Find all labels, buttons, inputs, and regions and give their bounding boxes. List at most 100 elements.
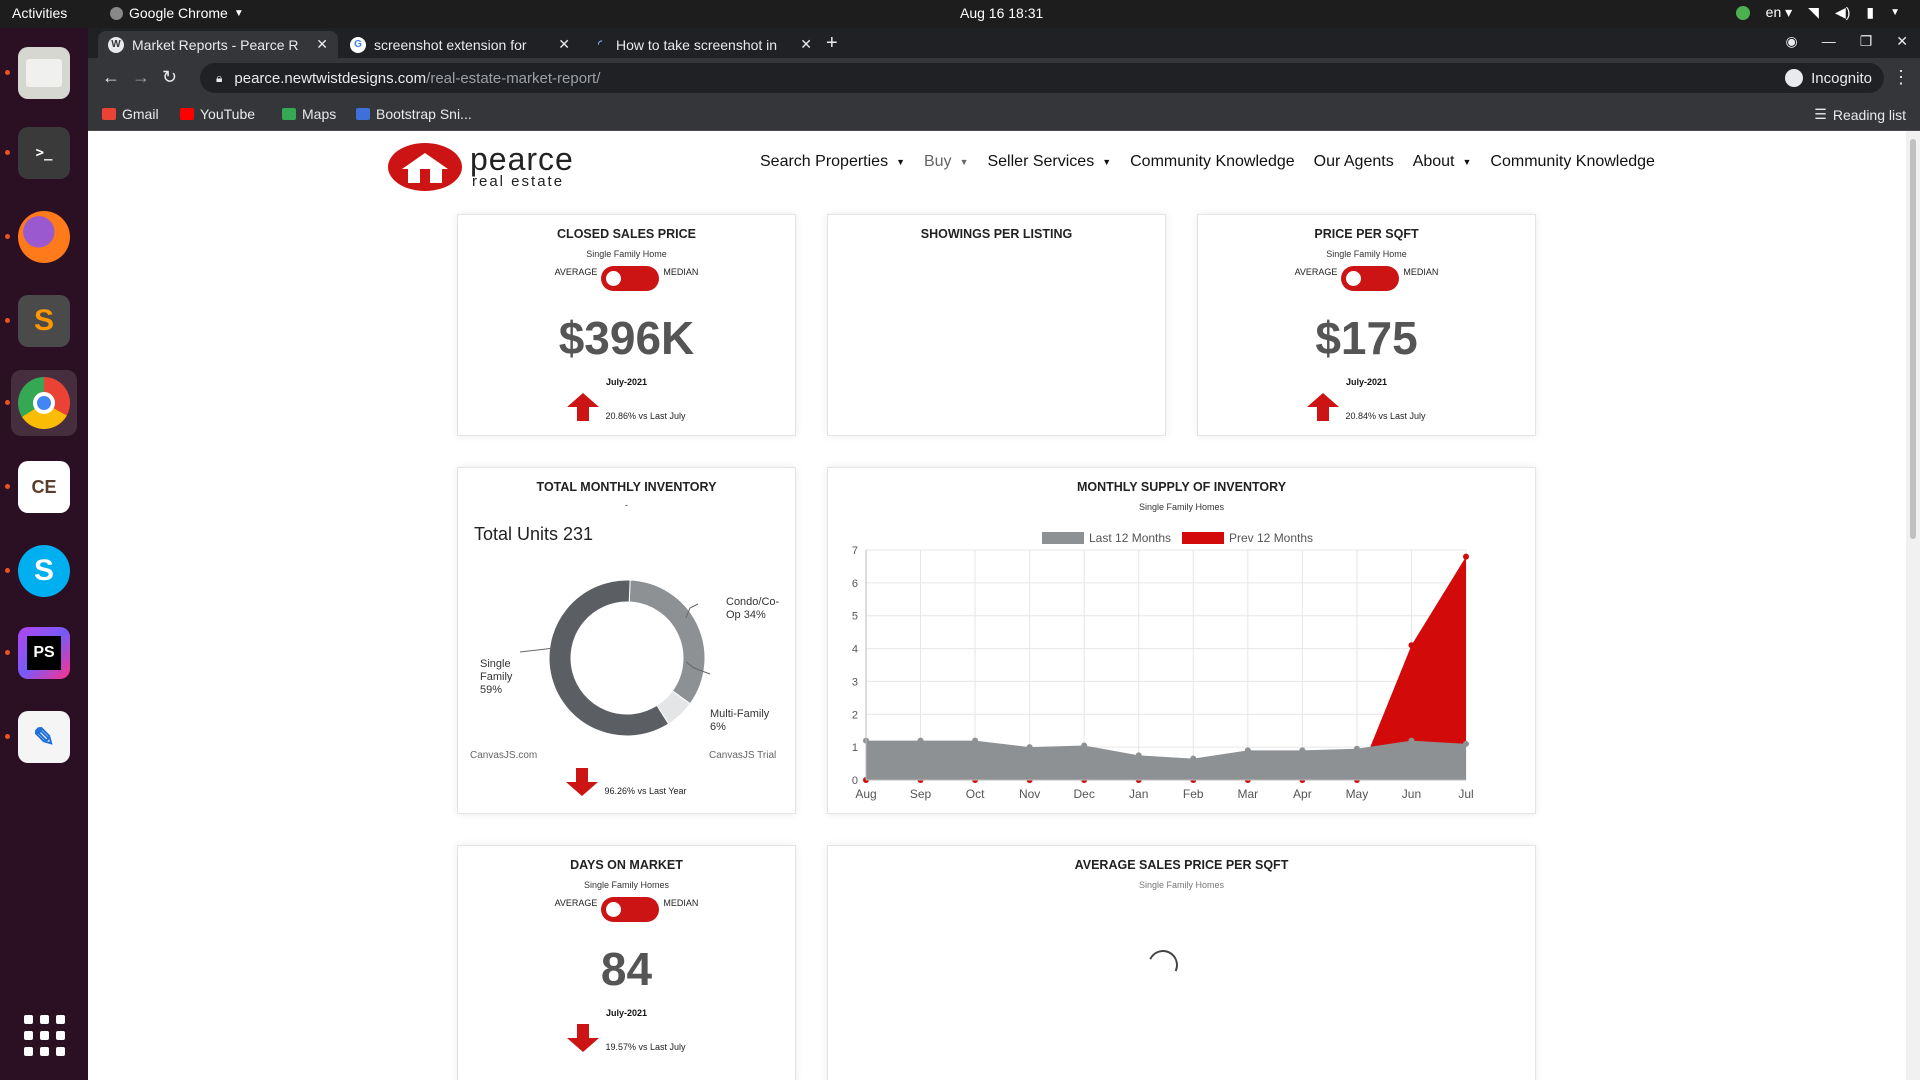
average-median-toggle[interactable]	[1341, 266, 1400, 291]
bookmarks-bar: Gmail YouTube Maps Bootstrap Sni... ☰ Re…	[88, 98, 1920, 131]
dbeaver-icon: CE	[18, 461, 70, 513]
dock-files[interactable]	[5, 40, 77, 106]
status-check-icon	[1735, 5, 1750, 20]
tab-title: How to take screenshot in	[616, 36, 778, 53]
y-tick-label: 7	[852, 545, 858, 557]
minimize-icon[interactable]: —	[1822, 33, 1836, 50]
card-title: DAYS ON MARKET	[570, 858, 683, 872]
y-tick-label: 2	[852, 709, 858, 721]
card-title: TOTAL MONTHLY INVENTORY	[536, 480, 717, 494]
kebab-menu-icon[interactable]: ⋮	[1892, 67, 1910, 88]
total-units: Total Units 231	[474, 524, 594, 544]
legend-label-1: Prev 12 Months	[1229, 531, 1313, 545]
tab-strip: W Market Reports - Pearce R ✕ G screensh…	[88, 28, 1920, 58]
area-series-0	[866, 740, 1466, 780]
new-tab-button[interactable]: +	[826, 32, 838, 55]
scrollbar-thumb[interactable]	[1910, 139, 1916, 539]
toggle-label-median: MEDIAN	[663, 267, 699, 277]
nav-community-knowledge-2[interactable]: Community Knowledge	[1490, 153, 1655, 171]
nav-buy[interactable]: Buy ▼	[924, 153, 969, 171]
dock-dbeaver[interactable]: CE	[5, 454, 77, 520]
back-arrow-icon[interactable]: ←	[102, 67, 120, 88]
point-series-0	[972, 737, 979, 744]
dock-chrome[interactable]	[5, 370, 77, 436]
canvasjs-trial-label: CanvasJS Trial	[709, 750, 777, 761]
clock[interactable]: Aug 16 18:31	[960, 5, 1043, 21]
loading-spinner-icon	[1143, 945, 1183, 985]
running-indicator	[5, 318, 10, 323]
point-series-0	[1190, 755, 1197, 762]
card-subtitle: Single Family Homes	[583, 880, 670, 890]
trend-indicator: 20.84% vs Last July	[1198, 393, 1535, 421]
bookmark-youtube[interactable]: YouTube	[180, 106, 255, 122]
app-menu-label: Google Chrome	[129, 5, 228, 21]
average-median-toggle[interactable]	[601, 266, 660, 291]
donut-label-multi-family: Multi-Family 6%	[710, 708, 770, 733]
trend-indicator: 19.57% vs Last July	[458, 1024, 795, 1052]
toggle-label-average: AVERAGE	[1294, 267, 1338, 277]
reading-list[interactable]: ☰ Reading list	[1814, 106, 1906, 123]
forward-arrow-icon[interactable]: →	[132, 67, 150, 88]
dock-text-editor[interactable]: ✎	[5, 704, 77, 770]
average-median-toggle[interactable]	[601, 897, 660, 922]
app-menu[interactable]: Google Chrome ▼	[110, 5, 244, 21]
nav-community-knowledge[interactable]: Community Knowledge	[1130, 153, 1295, 171]
reading-list-icon: ☰	[1814, 106, 1827, 122]
maximize-icon[interactable]: ❐	[1860, 33, 1873, 50]
close-window-icon[interactable]: ✕	[1896, 33, 1908, 50]
close-icon[interactable]: ✕	[800, 36, 812, 53]
metric-period: July-2021	[1345, 377, 1388, 387]
y-tick-label: 3	[852, 676, 858, 688]
incognito-indicator[interactable]: Incognito	[1773, 63, 1884, 93]
dock-sublime[interactable]: S	[5, 288, 77, 354]
sublime-text-icon: S	[18, 295, 70, 347]
web-page: pearce real estate Search Properties ▼ Bu…	[88, 131, 1906, 1080]
dock-firefox[interactable]	[5, 204, 77, 270]
activities-button[interactable]: Activities	[12, 5, 67, 21]
system-tray[interactable]: en ▾ ◥ ◀) ▮ ▼	[1735, 4, 1900, 21]
point-series-0	[917, 737, 924, 744]
card-title: SHOWINGS PER LISTING	[920, 227, 1073, 241]
tab-market-reports[interactable]: W Market Reports - Pearce R ✕	[98, 31, 338, 58]
firefox-icon	[18, 211, 70, 263]
nav-our-agents[interactable]: Our Agents	[1314, 153, 1394, 171]
close-icon[interactable]: ✕	[316, 36, 328, 53]
canvasjs-credit[interactable]: CanvasJS.com	[470, 750, 537, 761]
average-median-toggle-row: AVERAGE MEDIAN	[1198, 266, 1535, 291]
dock-skype[interactable]: S	[5, 538, 77, 604]
card-title: AVERAGE SALES PRICE PER SQFT	[1074, 858, 1289, 872]
donut-slice-condo-co-op	[628, 579, 706, 705]
nav-seller-services[interactable]: Seller Services ▼	[987, 153, 1111, 171]
url-path: /real-estate-market-report/	[426, 69, 601, 87]
close-icon[interactable]: ✕	[558, 36, 570, 53]
x-tick-label: Mar	[1237, 787, 1258, 801]
metric-value: $396K	[558, 312, 695, 364]
nav-search-properties[interactable]: Search Properties ▼	[760, 153, 905, 171]
reload-icon[interactable]: ↻	[162, 67, 177, 88]
running-indicator	[5, 734, 10, 739]
tab-search-icon[interactable]: ◉	[1785, 33, 1797, 50]
average-median-toggle-row: AVERAGE MEDIAN	[458, 897, 795, 922]
card-showings-per-listing: SHOWINGS PER LISTING	[827, 214, 1166, 436]
average-median-toggle-row: AVERAGE MEDIAN	[458, 266, 795, 291]
running-indicator	[5, 150, 10, 155]
google-icon: G	[350, 36, 366, 53]
tab-how-to-screenshot[interactable]: ◜ How to take screenshot in ✕	[582, 31, 822, 58]
address-bar[interactable]: 🔒︎ pearce.newtwistdesigns.com/real-estat…	[200, 63, 1862, 93]
dock-terminal[interactable]: >_	[5, 120, 77, 186]
tab-title: Market Reports - Pearce R	[132, 36, 299, 53]
page-scrollbar[interactable]	[1906, 131, 1920, 1080]
point-series-0	[1026, 744, 1033, 751]
bookmark-gmail[interactable]: Gmail	[102, 106, 159, 122]
house-logo-icon	[388, 143, 462, 191]
bookmark-bootstrap[interactable]: Bootstrap Sni...	[356, 106, 472, 122]
site-logo[interactable]: pearce real estate	[388, 141, 608, 191]
running-indicator	[5, 70, 10, 75]
dock-phpstorm[interactable]: PS	[5, 620, 77, 686]
tab-screenshot-extension[interactable]: G screenshot extension for ✕	[340, 31, 580, 58]
language-indicator[interactable]: en ▾	[1766, 4, 1793, 21]
show-applications-button[interactable]	[11, 1002, 77, 1068]
nav-about[interactable]: About ▼	[1413, 153, 1472, 171]
chevron-down-icon: ▼	[233, 7, 244, 19]
bookmark-maps[interactable]: Maps	[282, 106, 336, 122]
